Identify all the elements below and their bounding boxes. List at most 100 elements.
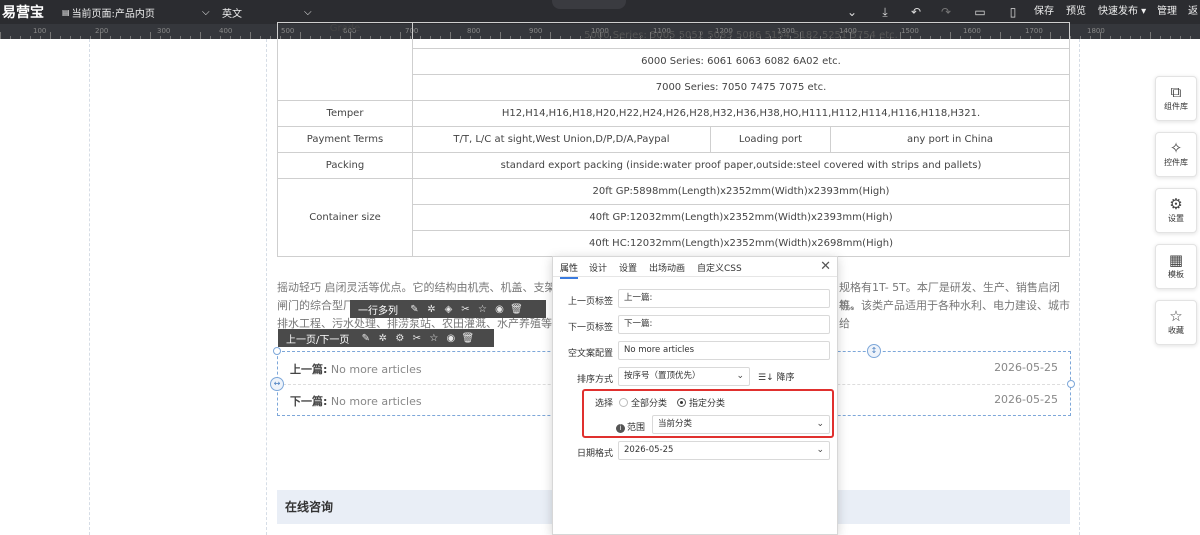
guide-line (266, 39, 267, 535)
save-button[interactable]: 保存 (1034, 0, 1054, 24)
chevron-up-icon: ⌃ (584, 0, 592, 6)
widget-library-button[interactable]: ✧ 控件库 (1155, 132, 1197, 177)
back-button[interactable]: 返 (1188, 0, 1198, 24)
table-cell: 20ft GP:5898mm(Length)x2352mm(Width)x239… (412, 178, 1070, 205)
logo: 易营宝 (2, 5, 44, 21)
empty-text-input[interactable]: No more articles (618, 341, 830, 360)
page-select[interactable]: ▤ 当前页面:产品内页 ⌵ (62, 0, 214, 24)
template-button[interactable]: ▦ 模板 (1155, 244, 1197, 289)
magic-icon[interactable]: ✲ (374, 333, 391, 344)
gear-icon: ⚙ (1169, 195, 1183, 213)
redo-icon[interactable]: ↷ (936, 0, 956, 24)
prev-next-label: 上一页/下一页 (286, 334, 350, 346)
chevron-down-icon: ⌄ (736, 371, 744, 381)
sort-desc-icon: ☰↓ (758, 373, 774, 383)
spec-table: Grade 5000 Series: 5005 5052 5083 5086 5… (277, 22, 1070, 257)
favorites-button[interactable]: ☆ 收藏 (1155, 300, 1197, 345)
table-cell: 7000 Series: 7050 7475 7075 etc. (412, 74, 1070, 101)
settings-button[interactable]: ⚙ 设置 (1155, 188, 1197, 233)
desktop-icon[interactable]: ▭ (970, 0, 990, 24)
table-cell: Loading port (710, 126, 831, 153)
sort-order-toggle[interactable]: ☰↓ 降序 (758, 370, 795, 383)
copy-icon: ⧉ (1170, 83, 1182, 101)
page-icon: ▤ (62, 7, 70, 17)
tools-icon[interactable]: ✂ (457, 304, 474, 315)
collapse-tab[interactable]: ⌃ (552, 0, 626, 9)
chevron-down-icon: ⌵ (304, 6, 312, 18)
close-icon[interactable]: ✕ (820, 259, 831, 274)
panel-tabs: 属性 设计 设置 出场动画 自定义CSS ✕ (553, 257, 837, 279)
move-handle-icon[interactable]: ↔ (270, 377, 284, 391)
highlight-box (582, 389, 834, 438)
prev-next-toolbar: 上一页/下一页 ✎ ✲ ⚙ ✂ ☆ ◉ 🗑 (278, 329, 494, 347)
tab-entrance-animation[interactable]: 出场动画 (649, 261, 685, 274)
chevron-down-icon: ⌵ (202, 6, 210, 18)
ruler-tick (250, 32, 251, 39)
caret-down-icon: ▾ (1138, 6, 1147, 17)
tab-design[interactable]: 设计 (589, 261, 607, 274)
next-article-link[interactable]: 下一篇: No more articles (290, 393, 422, 409)
edit-icon[interactable]: ✎ (357, 333, 374, 344)
delete-icon[interactable]: 🗑 (508, 304, 525, 315)
next-tag-input[interactable]: 下一篇: (618, 315, 830, 334)
guide-line (89, 39, 90, 535)
magic-icon[interactable]: ✲ (423, 304, 440, 315)
date-format-label: 日期格式 (576, 449, 613, 459)
move-handle-icon[interactable]: ↕ (867, 344, 881, 358)
align-bottom-icon[interactable]: ⤓ (875, 0, 895, 24)
multi-column-label: 一行多列 (358, 305, 398, 317)
table-cell: 40ft GP:12032mm(Length)x2352mm(Width)x23… (412, 204, 1070, 231)
table-cell: any port in China (830, 126, 1070, 153)
resize-handle[interactable] (273, 347, 281, 355)
language-select[interactable]: 英文 ⌵ (222, 0, 316, 24)
manage-button[interactable]: 管理 (1157, 0, 1177, 24)
ruler-tick (0, 32, 1, 39)
table-cell: 40ft HC:12032mm(Length)x2352mm(Width)x26… (412, 230, 1070, 257)
multi-column-toolbar: 一行多列 ✎ ✲ ◈ ✂ ☆ ◉ 🗑 (350, 300, 546, 318)
tab-properties[interactable]: 属性 (560, 261, 579, 279)
table-cell: Grade (277, 22, 413, 101)
delete-icon[interactable]: 🗑 (459, 333, 476, 344)
ruler-tick (150, 32, 151, 39)
table-cell: Container size (277, 178, 413, 257)
ruler-tick (1150, 32, 1151, 39)
table-cell: Packing (277, 152, 413, 179)
ruler-label: 300 (157, 27, 171, 35)
layers-icon[interactable]: ◈ (440, 304, 457, 315)
table-cell: standard export packing (inside:water pr… (412, 152, 1070, 179)
star-icon[interactable]: ☆ (474, 304, 491, 315)
next-tag-label: 下一页标签 (567, 323, 613, 333)
ruler-tick (50, 32, 51, 39)
sort-label: 排序方式 (576, 375, 613, 385)
preview-button[interactable]: 预览 (1066, 0, 1086, 24)
sort-select[interactable]: 按序号（置顶优先） ⌄ (618, 367, 750, 386)
date-format-select[interactable]: 2026-05-25 ⌄ (618, 441, 830, 460)
quick-publish-button[interactable]: 快速发布 ▾ (1098, 0, 1146, 24)
star-icon: ☆ (1169, 307, 1183, 325)
eye-icon[interactable]: ◉ (491, 304, 508, 315)
collapse-icon[interactable]: ⌄ (842, 0, 862, 24)
chevron-down-icon: ⌄ (816, 445, 824, 455)
tab-settings[interactable]: 设置 (619, 261, 637, 274)
star-icon[interactable]: ☆ (425, 333, 442, 344)
table-cell: 6000 Series: 6061 6063 6082 6A02 etc. (412, 48, 1070, 75)
ruler-label: 200 (95, 27, 109, 35)
ruler-label: 400 (219, 27, 233, 35)
top-toolbar: 易营宝 ▤ 当前页面:产品内页 ⌵ 英文 ⌵ ⌃ ⌄ ⤓ ↶ ↷ ▭ ▯ 保存 … (0, 0, 1200, 24)
resize-handle[interactable] (1067, 380, 1075, 388)
tab-custom-css[interactable]: 自定义CSS (697, 261, 742, 274)
undo-icon[interactable]: ↶ (906, 0, 926, 24)
puzzle-icon: ✧ (1169, 139, 1183, 157)
table-cell: H12,H14,H16,H18,H20,H22,H24,H26,H28,H32,… (412, 100, 1070, 127)
component-library-button[interactable]: ⧉ 组件库 (1155, 76, 1197, 121)
gear-icon[interactable]: ⚙ (391, 333, 408, 344)
eye-icon[interactable]: ◉ (442, 333, 459, 344)
prev-article-link[interactable]: 上一篇: No more articles (290, 361, 422, 377)
table-cell: Temper (277, 100, 413, 127)
table-cell: T/T, L/C at sight,West Union,D/P,D/A,Pay… (412, 126, 711, 153)
prev-tag-input[interactable]: 上一篇: (618, 289, 830, 308)
edit-icon[interactable]: ✎ (406, 304, 423, 315)
mobile-icon[interactable]: ▯ (1003, 0, 1023, 24)
table-cell: Payment Terms (277, 126, 413, 153)
tools-icon[interactable]: ✂ (408, 333, 425, 344)
